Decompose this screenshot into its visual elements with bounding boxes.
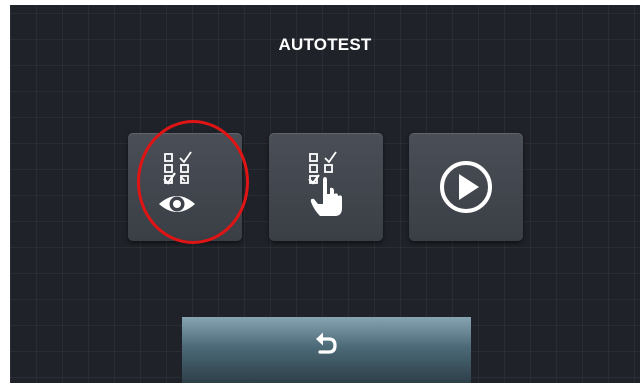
back-button[interactable] [182, 317, 471, 383]
autotest-screen: AUTOTEST [10, 5, 640, 383]
checklist-eye-icon [159, 151, 195, 212]
return-arrow-icon [315, 332, 337, 354]
manual-checklist-button[interactable] [269, 133, 383, 241]
play-circle-icon [440, 161, 492, 213]
checklist-hand-icon [308, 151, 342, 216]
view-checklist-button[interactable] [128, 133, 242, 241]
start-test-button[interactable] [409, 133, 523, 241]
page-title: AUTOTEST [278, 35, 372, 54]
